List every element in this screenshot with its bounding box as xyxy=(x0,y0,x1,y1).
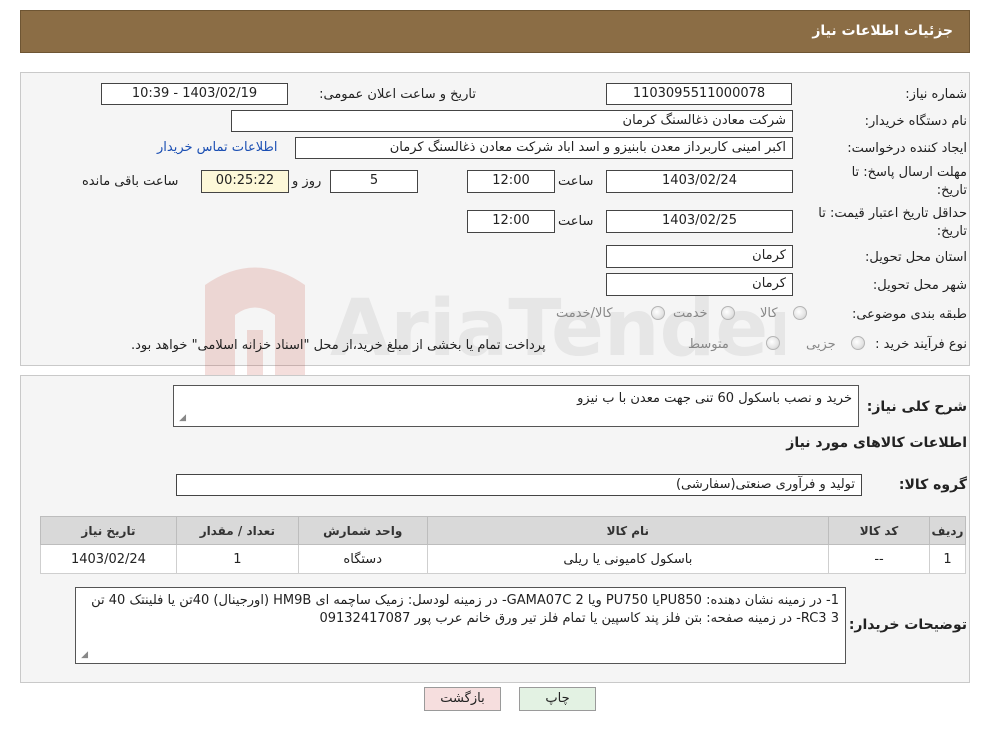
col-goods-name: نام کالا xyxy=(426,516,830,545)
announce-datetime-field: 1403/02/19 - 10:39 xyxy=(101,83,288,105)
buyer-notes-text: 1- در زمینه نشان دهنده: PU850یا PU750 وی… xyxy=(91,593,839,626)
reply-deadline-time-label: ساعت xyxy=(558,174,594,189)
reply-deadline-date-field: 1403/02/24 xyxy=(606,170,793,193)
category-goods-service-label: کالا/خدمت xyxy=(556,306,613,321)
resize-grip-icon[interactable]: ◢ xyxy=(177,414,186,423)
announce-datetime-label: تاریخ و ساعت اعلان عمومی: xyxy=(319,87,476,102)
summary-label: شرح کلی نیاز: xyxy=(866,399,967,415)
col-quantity: تعداد / مقدار xyxy=(175,516,299,545)
col-need-date: تاریخ نیاز xyxy=(40,516,177,545)
category-label: طبقه بندی موضوعی: xyxy=(851,307,967,322)
col-goods-code: کد کالا xyxy=(828,516,930,545)
page-header: جزئیات اطلاعات نیاز xyxy=(20,10,970,53)
category-goods-radio[interactable] xyxy=(793,306,807,320)
category-service-label: خدمت xyxy=(673,306,708,321)
buyer-notes-field[interactable]: 1- در زمینه نشان دهنده: PU850یا PU750 وی… xyxy=(75,587,846,664)
buyer-org-label: نام دستگاه خریدار: xyxy=(864,114,967,129)
category-service-radio[interactable] xyxy=(721,306,735,320)
buyer-org-field: شرکت معادن ذغالسنگ کرمان xyxy=(231,110,793,132)
need-number-label: شماره نیاز: xyxy=(905,87,967,102)
resize-grip-icon[interactable]: ◢ xyxy=(79,651,88,660)
treasury-note: پرداخت تمام یا بخشی از مبلغ خرید،از محل … xyxy=(131,338,546,353)
delivery-province-label: استان محل تحویل: xyxy=(865,250,967,265)
purchase-minor-label: جزیی xyxy=(806,337,836,352)
goods-group-label: گروه کالا: xyxy=(898,477,967,493)
summary-text: خرید و نصب باسکول 60 تنی جهت معدن با ب ن… xyxy=(577,391,852,406)
delivery-city-field: کرمان xyxy=(606,273,793,296)
reply-deadline-time-field: 12:00 xyxy=(467,170,555,193)
page-title: جزئیات اطلاعات نیاز xyxy=(812,23,953,39)
requester-label: ایجاد کننده درخواست: xyxy=(847,141,967,156)
category-goods-label: کالا xyxy=(760,306,778,321)
cell-quantity: 1 xyxy=(175,544,299,574)
cell-goods-code: -- xyxy=(828,544,930,574)
buyer-contact-link[interactable]: اطلاعات تماس خریدار xyxy=(157,140,277,155)
price-validity-time-field: 12:00 xyxy=(467,210,555,233)
price-validity-date-field: 1403/02/25 xyxy=(606,210,793,233)
purchase-minor-radio[interactable] xyxy=(851,336,865,350)
purchase-type-label: نوع فرآیند خرید : xyxy=(875,337,967,352)
col-unit: واحد شمارش xyxy=(297,516,428,545)
goods-table-header-row: تاریخ نیاز تعداد / مقدار واحد شمارش نام … xyxy=(40,516,967,545)
cell-need-date: 1403/02/24 xyxy=(40,544,177,574)
table-row: 1403/02/24 1 دستگاه باسکول کامیونی یا ری… xyxy=(40,544,967,574)
cell-goods-name: باسکول کامیونی یا ریلی xyxy=(426,544,830,574)
print-button[interactable]: چاپ xyxy=(519,687,596,711)
cell-unit: دستگاه xyxy=(297,544,428,574)
goods-info-title: اطلاعات کالاهای مورد نیاز xyxy=(786,435,967,451)
purchase-medium-label: متوسط xyxy=(688,337,729,352)
remaining-time-field: 00:25:22 xyxy=(201,170,289,193)
buyer-notes-label: توضیحات خریدار: xyxy=(848,617,967,633)
delivery-province-field: کرمان xyxy=(606,245,793,268)
goods-group-field: تولید و فرآوری صنعتی(سفارشی) xyxy=(176,474,862,496)
price-validity-label: حداقل تاریخ اعتبار قیمت: تا تاریخ: xyxy=(818,206,967,239)
requester-field: اکبر امینی کاربرداز معدن بابنیزو و اسد ا… xyxy=(295,137,793,159)
reply-deadline-label: مهلت ارسال پاسخ: تا تاریخ: xyxy=(851,165,967,198)
back-button[interactable]: بازگشت xyxy=(424,687,501,711)
reply-days-field: 5 xyxy=(330,170,418,193)
need-number-field: 1103095511000078 xyxy=(606,83,792,105)
cell-row: 1 xyxy=(928,544,967,574)
price-validity-time-label: ساعت xyxy=(558,214,594,229)
goods-table: تاریخ نیاز تعداد / مقدار واحد شمارش نام … xyxy=(40,516,967,574)
category-goods-service-radio[interactable] xyxy=(651,306,665,320)
summary-field[interactable]: خرید و نصب باسکول 60 تنی جهت معدن با ب ن… xyxy=(173,385,859,427)
remaining-time-label: ساعت باقی مانده xyxy=(82,174,179,189)
purchase-medium-radio[interactable] xyxy=(766,336,780,350)
reply-days-label: روز و xyxy=(292,174,322,189)
delivery-city-label: شهر محل تحویل: xyxy=(872,278,967,293)
col-row: ردیف xyxy=(928,516,967,545)
